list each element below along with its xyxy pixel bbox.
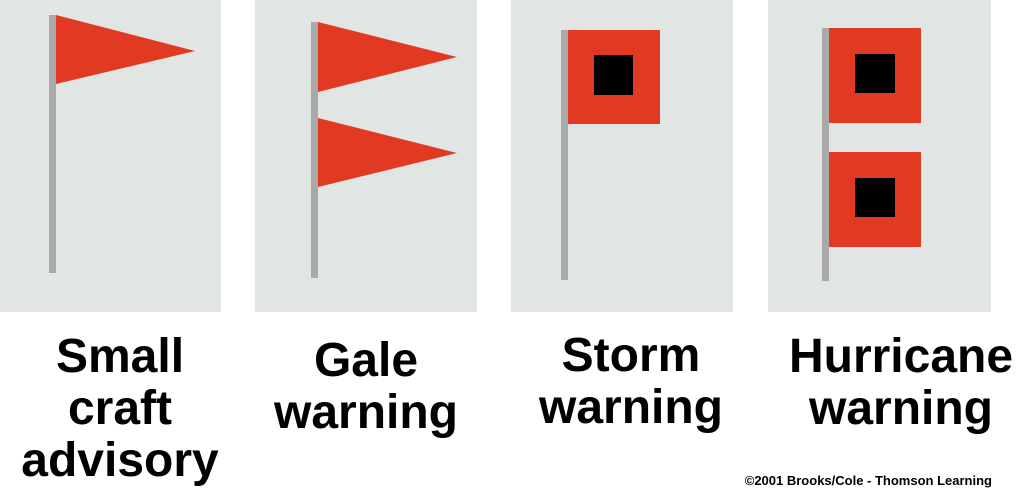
label-line: advisory	[21, 434, 219, 487]
label-line: warning	[538, 381, 723, 434]
panel-storm-warning	[511, 0, 733, 312]
storm-flag-graphic	[561, 30, 660, 280]
flag-pole	[311, 22, 318, 278]
black-square-center-icon	[855, 178, 895, 217]
label-hurricane-warning: Hurricane warning	[781, 331, 1021, 435]
label-line: Small	[55, 330, 185, 383]
label-line: Gale	[313, 334, 419, 387]
label-small-craft-advisory: Small craft advisory	[0, 331, 240, 487]
flag-pole	[822, 28, 829, 281]
panel-gale-warning	[255, 0, 477, 312]
label-line: craft	[67, 382, 173, 435]
flag-pole	[561, 30, 568, 280]
copyright-text: ©2001 Brooks/Cole - Thomson Learning	[744, 473, 992, 488]
label-gale-warning: Gale warning	[255, 335, 477, 439]
red-pennant-icon	[56, 15, 195, 84]
flag-pole	[49, 15, 56, 273]
label-line: Storm	[561, 329, 701, 382]
label-line: Hurricane	[788, 330, 1014, 383]
panel-small-craft-advisory	[0, 0, 221, 312]
small-craft-pennant-graphic	[49, 15, 195, 273]
black-square-center-icon	[594, 55, 633, 95]
label-storm-warning: Storm warning	[511, 330, 751, 434]
hurricane-flags-graphic	[822, 28, 921, 281]
red-pennant-icon	[318, 118, 457, 187]
gale-pennants-graphic	[311, 22, 457, 278]
label-line: warning	[273, 386, 458, 439]
red-pennant-icon	[318, 22, 457, 92]
label-line: warning	[808, 382, 993, 435]
black-square-center-icon	[855, 54, 895, 93]
panel-hurricane-warning	[768, 0, 991, 312]
